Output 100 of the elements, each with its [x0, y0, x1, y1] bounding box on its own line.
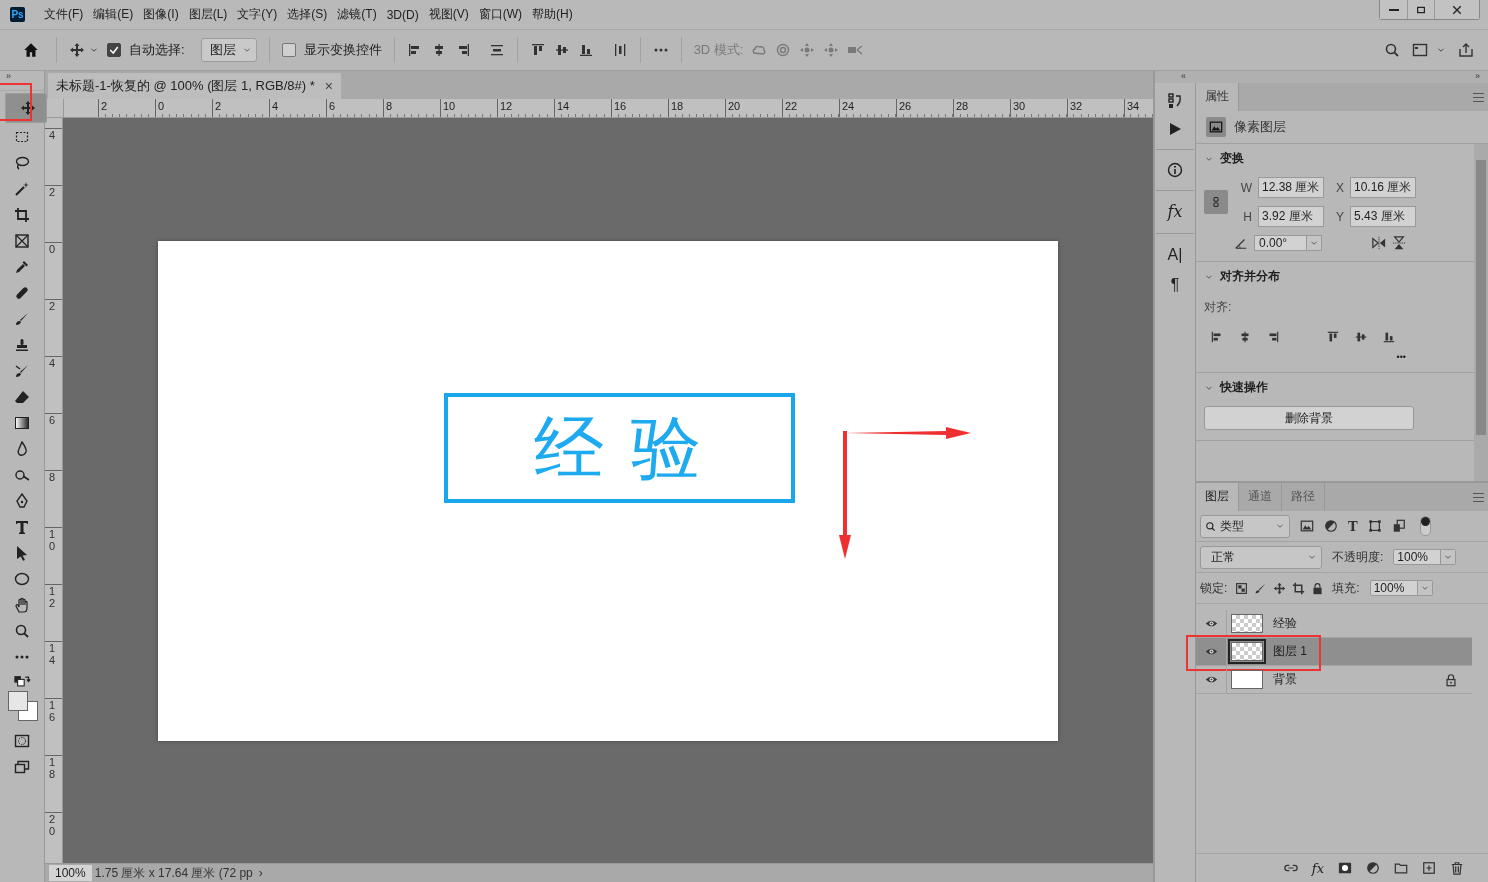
section-header[interactable]: 快速操作: [1204, 379, 1466, 396]
move-icon[interactable]: [1273, 581, 1287, 595]
tab-close[interactable]: ×: [324, 78, 333, 94]
folder-icon[interactable]: [1394, 861, 1408, 875]
distribute-icon[interactable]: [488, 42, 505, 58]
panel-glyph-icon[interactable]: A|: [1167, 246, 1183, 264]
menu-item[interactable]: 3D(D): [381, 7, 424, 22]
align-icon[interactable]: [1210, 330, 1224, 344]
collapse-toggle[interactable]: «: [1181, 71, 1186, 83]
menu-item[interactable]: 文字(Y): [232, 6, 283, 23]
filter-select[interactable]: 类型: [1200, 514, 1290, 538]
section-header[interactable]: 对齐并分布: [1204, 268, 1466, 285]
search-icon[interactable]: [1384, 42, 1400, 58]
width-field[interactable]: 12.38 厘米: [1258, 177, 1324, 198]
align-icon[interactable]: [529, 42, 546, 58]
ruler-number: 26: [898, 100, 912, 112]
panel-tab[interactable]: 图层: [1196, 483, 1239, 511]
menu-item[interactable]: 帮助(H): [527, 6, 578, 23]
flip-horizontal-icon[interactable]: [1372, 236, 1386, 250]
align-icon[interactable]: [1382, 330, 1396, 344]
x-field[interactable]: 10.16 厘米: [1350, 177, 1416, 198]
ruler-number: 4: [271, 100, 279, 112]
menu-item[interactable]: 窗口(W): [473, 6, 527, 23]
info-icon[interactable]: [1167, 162, 1183, 178]
zoom-level[interactable]: 100%: [49, 865, 92, 881]
color-swap-icon[interactable]: [13, 675, 31, 687]
scrollbar[interactable]: [1474, 144, 1488, 481]
move-icon[interactable]: [69, 42, 85, 58]
hand-icon: [14, 597, 30, 613]
lock-icon[interactable]: [1311, 581, 1325, 595]
layer-row[interactable]: 背景: [1196, 666, 1472, 694]
minimize-button[interactable]: [1380, 0, 1407, 19]
lock-pixels-icon[interactable]: [1235, 581, 1249, 595]
fill-field[interactable]: 100%: [1369, 580, 1433, 596]
history-icon[interactable]: [1167, 93, 1183, 109]
menu-item[interactable]: 图层(L): [183, 6, 233, 23]
screen-mode-icon[interactable]: [14, 759, 30, 775]
align-icon[interactable]: [577, 42, 594, 58]
home-icon[interactable]: [22, 41, 40, 59]
height-field[interactable]: 3.92 厘米: [1258, 206, 1324, 227]
image-icon: [1206, 117, 1226, 137]
move-tool[interactable]: [5, 93, 47, 123]
color-swatches[interactable]: [6, 691, 38, 723]
crop-icon[interactable]: [1292, 581, 1306, 595]
menu-item[interactable]: 选择(S): [282, 6, 333, 23]
layer-name: 图层 1: [1273, 643, 1307, 660]
layer-row[interactable]: 图层 1: [1196, 638, 1472, 666]
flip-vertical-icon[interactable]: [1392, 236, 1406, 250]
filter-toggle[interactable]: [1419, 516, 1431, 536]
blend-mode-select[interactable]: 正常: [1200, 545, 1322, 569]
smart-object-filter-icon[interactable]: [1391, 519, 1406, 533]
auto-select-label: 自动选择:: [129, 41, 185, 59]
align-icon[interactable]: [553, 42, 570, 58]
stamp-icon: [14, 337, 30, 353]
checkmark-icon: [108, 44, 120, 56]
properties-tab[interactable]: 属性: [1196, 83, 1239, 111]
more-button[interactable]: •••: [1396, 352, 1406, 362]
opacity-field[interactable]: 100%: [1393, 549, 1457, 565]
menu-item[interactable]: 文件(F): [39, 6, 89, 23]
menu-item[interactable]: 视图(V): [423, 6, 474, 23]
quick-mask-icon[interactable]: [14, 733, 30, 749]
maximize-button[interactable]: [1407, 0, 1434, 19]
menu-item[interactable]: 滤镜(T): [332, 6, 382, 23]
ruler-number: 14: [49, 643, 56, 667]
brush-icon[interactable]: [1254, 581, 1268, 595]
shape-filter-icon[interactable]: [1367, 519, 1382, 533]
info-menu-arrow[interactable]: ›: [255, 866, 266, 880]
y-field[interactable]: 5.43 厘米: [1350, 206, 1416, 227]
panel-menu-icon[interactable]: [1473, 492, 1484, 502]
panel-glyph-icon[interactable]: fx: [1167, 203, 1183, 221]
adjustment-icon[interactable]: [1366, 861, 1380, 875]
show-transform-checkbox[interactable]: [281, 43, 296, 57]
panel-glyph-icon[interactable]: ¶: [1170, 276, 1180, 294]
link-button[interactable]: [1204, 190, 1228, 214]
menu-item[interactable]: 编辑(E): [88, 6, 139, 23]
play-icon[interactable]: [1167, 121, 1183, 137]
image-filter-icon[interactable]: [1300, 519, 1314, 533]
remove-background-button[interactable]: 删除背景: [1204, 406, 1414, 430]
workspace-icon[interactable]: [1412, 42, 1428, 58]
new-layer-icon[interactable]: [1422, 861, 1436, 875]
align-label: 对齐:: [1204, 299, 1233, 316]
trash-icon[interactable]: [1450, 861, 1464, 875]
panel-menu-icon[interactable]: [1473, 92, 1484, 102]
menu-item[interactable]: 图像(I): [138, 6, 184, 23]
collapse-toggle[interactable]: »: [6, 71, 11, 81]
ruler-number: 8: [385, 100, 393, 112]
type-filter-icon[interactable]: T: [1348, 518, 1358, 534]
align-icon[interactable]: [1326, 330, 1340, 344]
document-tab[interactable]: 未标题-1-恢复的 @ 100% (图层 1, RGB/8#) * ×: [48, 73, 341, 99]
adjustment-filter-icon[interactable]: [1324, 519, 1338, 533]
target-select[interactable]: 图层: [200, 38, 257, 62]
share-icon[interactable]: [1458, 42, 1474, 58]
section-header[interactable]: 变换: [1204, 150, 1466, 167]
fx-icon[interactable]: fx: [1311, 860, 1324, 876]
mask-icon[interactable]: [1338, 861, 1352, 875]
angle-field[interactable]: 0.00°: [1254, 235, 1322, 251]
auto-select-checkbox[interactable]: [107, 43, 121, 57]
collapse-toggle[interactable]: »: [1475, 71, 1480, 83]
align-icon[interactable]: [1354, 330, 1368, 344]
ruler-number: 10: [49, 529, 56, 553]
